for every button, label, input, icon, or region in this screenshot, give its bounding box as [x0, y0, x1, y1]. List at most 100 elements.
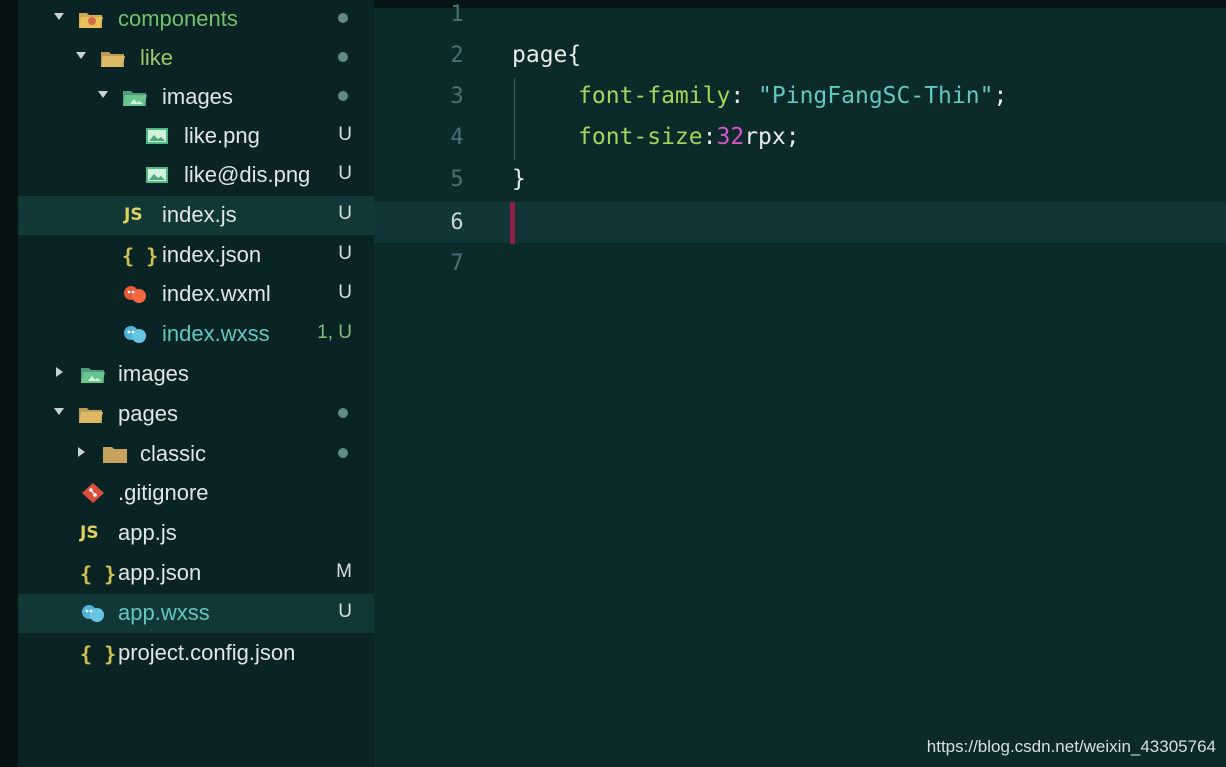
tree-item-pages[interactable]: pages: [18, 395, 374, 434]
tree-item-label: index.js: [162, 202, 237, 227]
code-editor[interactable]: 1 2 page{ 3 font-family: "PingFangSC-Thi…: [374, 0, 1226, 767]
code-line-2[interactable]: 2 page{: [374, 35, 1226, 76]
tree-item-app-js[interactable]: JS app.js: [18, 514, 374, 553]
watermark: https://blog.csdn.net/weixin_43305764: [926, 737, 1216, 756]
tree-item-like[interactable]: like: [18, 39, 374, 78]
tree-item-project-config-json[interactable]: { } project.config.json: [18, 634, 374, 673]
json-icon: { }: [122, 244, 159, 268]
indent-guide: [514, 78, 515, 160]
tree-item-index-json[interactable]: { } index.json U: [18, 236, 374, 275]
tree-item-index-wxml[interactable]: index.wxml U: [18, 275, 374, 314]
line-number: 4: [450, 125, 464, 150]
js-icon: JS: [80, 523, 99, 543]
json-icon: { }: [80, 642, 117, 666]
tree-item-components[interactable]: components: [18, 0, 374, 39]
tree-item-app-json[interactable]: { } app.json M: [18, 554, 374, 593]
chevron-down-icon[interactable]: [98, 91, 108, 98]
tree-item-label: pages: [118, 401, 178, 426]
image-icon: [144, 164, 170, 186]
code-line-6[interactable]: 6: [374, 202, 1226, 243]
tree-item-label: index.json: [162, 242, 262, 267]
line-number: 6: [450, 210, 464, 235]
folder-icon: [102, 443, 128, 465]
status-dot: [338, 13, 348, 23]
tree-item-classic[interactable]: classic: [18, 435, 374, 474]
css-property: font-size: [578, 124, 703, 150]
code-line-1[interactable]: 1: [374, 0, 1226, 35]
css-property: font-family: [578, 83, 731, 109]
tree-item-label: index.wxss: [162, 321, 270, 346]
folder-open-icon: [78, 403, 104, 425]
git-status: U: [338, 203, 352, 224]
git-status: U: [338, 124, 352, 145]
tree-item-label: like: [140, 45, 174, 70]
line-number: 5: [450, 167, 464, 192]
git-status: U: [338, 243, 352, 264]
code-line-5[interactable]: 5 }: [374, 159, 1226, 200]
code-text: page{: [512, 42, 582, 68]
folder-open-icon: [100, 47, 126, 69]
wxml-icon: [122, 283, 148, 305]
chevron-down-icon[interactable]: [54, 408, 64, 415]
status-dot: [338, 408, 348, 418]
css-colon: :: [730, 83, 745, 109]
line-number: 2: [450, 43, 464, 68]
git-status: 1, U: [317, 322, 352, 343]
left-edge-strip: [0, 0, 18, 767]
tree-item-label: app.wxss: [118, 600, 210, 625]
tree-item-index-wxss[interactable]: index.wxss 1, U: [18, 315, 374, 354]
wxss-icon: [80, 602, 106, 624]
code-text: font-family: "PingFangSC-Thin";: [578, 83, 1007, 109]
code-line-7[interactable]: 7: [374, 243, 1226, 284]
status-dot: [338, 448, 348, 458]
image-icon: [144, 125, 170, 147]
tree-item-label: images: [162, 84, 233, 109]
git-status: U: [338, 282, 352, 303]
tree-item-app-wxss[interactable]: app.wxss U: [18, 594, 374, 633]
json-icon: { }: [80, 562, 117, 586]
line-number: 3: [450, 84, 464, 109]
chevron-right-icon[interactable]: [56, 367, 63, 377]
chevron-down-icon[interactable]: [76, 52, 86, 59]
tree-item-like-dis-png[interactable]: like@dis.png U: [18, 156, 374, 195]
tree-item-label: .gitignore: [118, 480, 209, 505]
chevron-right-icon[interactable]: [78, 447, 85, 457]
tree-item-label: project.config.json: [118, 640, 296, 665]
folder-open-icon: [78, 8, 104, 30]
tree-item-like-png[interactable]: like.png U: [18, 117, 374, 156]
line-number: 7: [450, 251, 464, 276]
tree-item-index-js[interactable]: JS index.js U: [18, 196, 374, 235]
css-unit: rpx;: [744, 124, 800, 150]
css-semicolon: ;: [993, 83, 1008, 109]
images-folder-icon: [122, 86, 148, 108]
css-colon: :: [702, 124, 717, 150]
status-dot: [338, 91, 348, 101]
tree-item-images[interactable]: images: [18, 78, 374, 117]
tree-item-label: app.js: [118, 520, 177, 545]
code-text: }: [512, 166, 526, 192]
line-number: 1: [450, 2, 464, 27]
tree-item-label: index.wxml: [162, 281, 271, 306]
tree-item-label: like@dis.png: [184, 162, 311, 187]
tree-item-label: classic: [140, 441, 207, 466]
tree-item-label: app.json: [118, 560, 202, 585]
css-number: 32: [716, 124, 745, 150]
code-line-4[interactable]: 4 font-size:32rpx;: [374, 117, 1226, 158]
chevron-down-icon[interactable]: [54, 13, 64, 20]
git-status: U: [338, 601, 352, 622]
css-string-value: "PingFangSC-Thin": [758, 83, 994, 109]
file-explorer: components like images like.png U like@d…: [18, 0, 374, 767]
text-cursor: [510, 202, 515, 244]
tree-item-gitignore[interactable]: .gitignore: [18, 474, 374, 513]
git-status: U: [338, 163, 352, 184]
status-dot: [338, 52, 348, 62]
code-line-3[interactable]: 3 font-family: "PingFangSC-Thin";: [374, 76, 1226, 117]
git-status: M: [336, 561, 352, 582]
git-icon: [80, 482, 106, 504]
code-text: font-size:32rpx;: [578, 124, 800, 150]
tree-item-label: like.png: [184, 123, 260, 148]
tree-item-root-images[interactable]: images: [18, 355, 374, 394]
js-icon: JS: [124, 205, 143, 225]
wxss-icon: [122, 323, 148, 345]
images-folder-icon: [80, 363, 106, 385]
